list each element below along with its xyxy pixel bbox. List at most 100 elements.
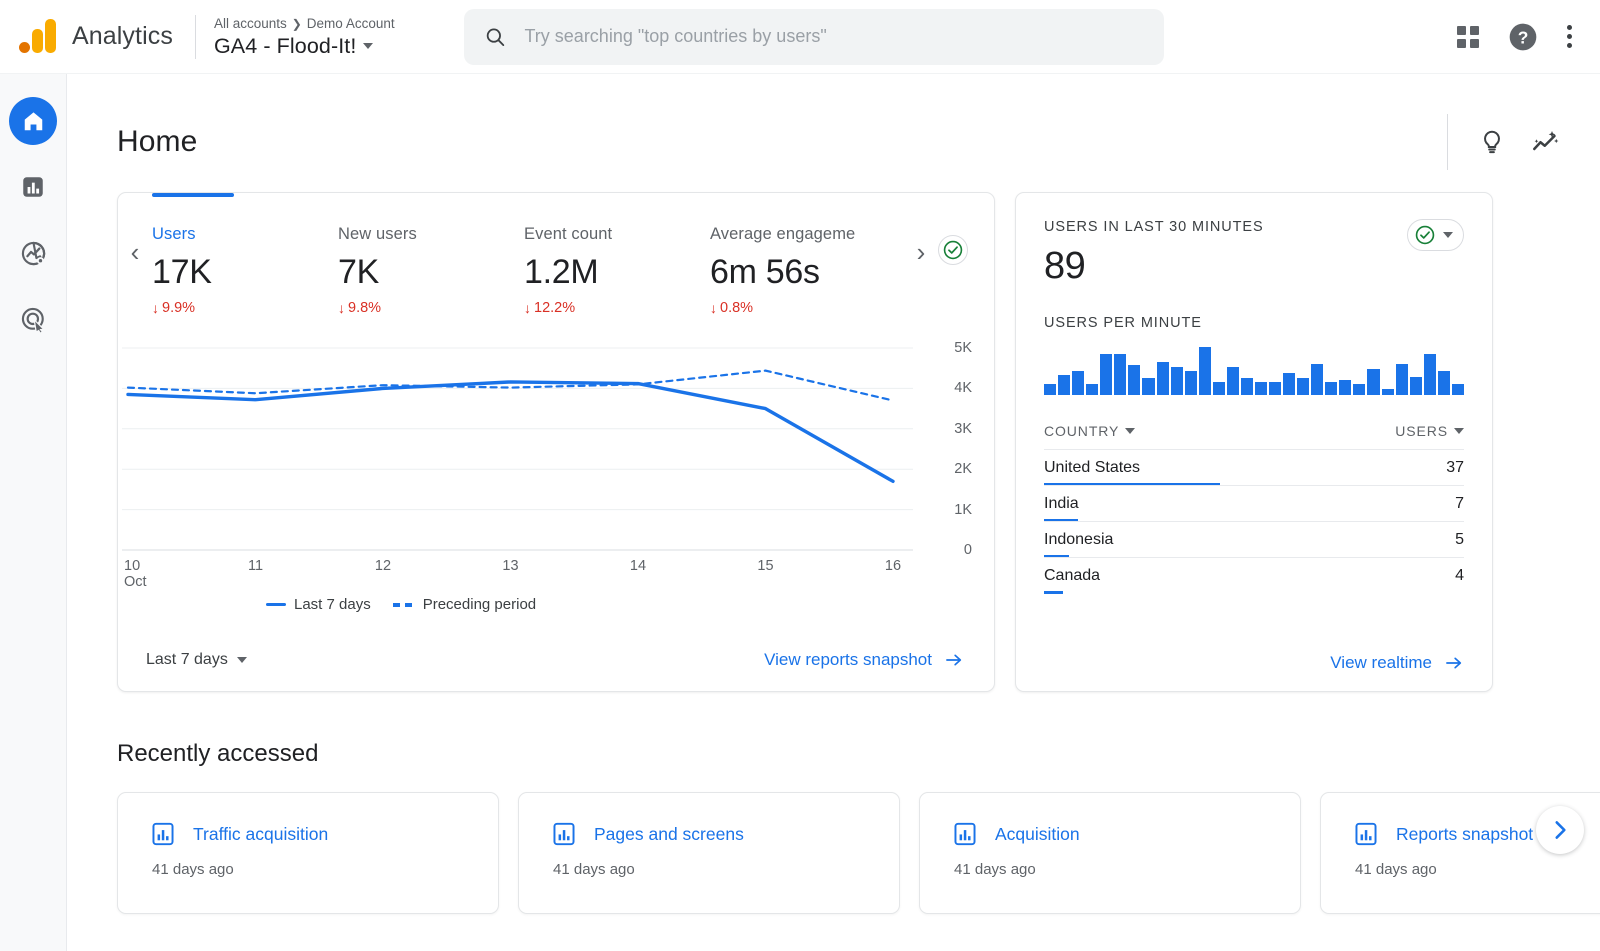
legend-item-preceding-period[interactable]: Preceding period [393, 596, 536, 613]
users-per-minute-bar [1269, 382, 1281, 395]
recently-accessed-card[interactable]: Acquisition41 days ago [919, 792, 1301, 914]
check-circle-green-icon[interactable] [938, 235, 968, 265]
column-header-country[interactable]: COUNTRY [1044, 423, 1135, 439]
users-per-minute-bar [1311, 364, 1323, 395]
column-label: USERS [1395, 423, 1448, 439]
arrow-right-icon [944, 650, 964, 670]
users-per-minute-bar [1382, 389, 1394, 395]
legend-item-last-7-days[interactable]: Last 7 days [266, 596, 371, 613]
recently-accessed-next-button[interactable] [1536, 806, 1584, 854]
help-circle-icon[interactable]: ? [1507, 21, 1539, 53]
users-per-minute-bar [1185, 371, 1197, 395]
metric-card-users[interactable]: Users 17K ↓ 9.9% [152, 221, 338, 316]
analytics-logo-icon [16, 16, 58, 58]
home-icon [21, 109, 46, 134]
search-icon [484, 25, 507, 49]
sparkle-trend-icon[interactable] [1530, 127, 1560, 157]
metric-delta-value: 9.8% [348, 300, 381, 316]
realtime-card: USERS IN LAST 30 MINUTES 89 USERS PER MI… [1015, 192, 1493, 692]
row-users: 7 [1455, 495, 1464, 513]
chart-y-axis: 01K2K3K4K5K [932, 334, 972, 564]
top-app-bar: Analytics All accounts ❯ Demo Account GA… [0, 0, 1600, 74]
users-per-minute-bar [1058, 375, 1070, 395]
advertising-target-icon [20, 306, 47, 333]
overview-card-footer: Last 7 days View reports snapshot [118, 629, 994, 691]
more-vertical-icon[interactable] [1567, 25, 1572, 48]
metric-delta: ↓ 9.8% [338, 300, 524, 316]
page-header: Home [67, 74, 1600, 170]
table-row[interactable]: United States37 [1044, 449, 1464, 485]
arrow-right-icon [1444, 653, 1464, 673]
metric-name: Average engageme [710, 225, 896, 244]
legend-solid-swatch [266, 603, 286, 607]
chevron-down-icon [1443, 232, 1453, 238]
chevron-right-icon[interactable]: › [904, 237, 938, 268]
metric-delta: ↓ 12.2% [524, 300, 710, 316]
recently-accessed-card[interactable]: Traffic acquisition41 days ago [117, 792, 499, 914]
realtime-users-value: 89 [1044, 243, 1264, 289]
row-country: Canada [1044, 567, 1100, 585]
page-title: Home [117, 125, 197, 159]
chevron-left-icon[interactable]: ‹ [118, 237, 152, 268]
breadcrumb-all-accounts[interactable]: All accounts [214, 15, 287, 33]
breadcrumb-account[interactable]: Demo Account [307, 15, 395, 33]
users-per-minute-bar [1100, 354, 1112, 395]
users-per-minute-label: USERS PER MINUTE [1044, 315, 1464, 331]
metric-card-event-count[interactable]: Event count 1.2M ↓ 12.2% [524, 221, 710, 316]
chevron-down-icon [1454, 428, 1464, 434]
table-row[interactable]: Indonesia5 [1044, 521, 1464, 557]
recently-accessed-card-title: Reports snapshot [1396, 824, 1533, 845]
explore-trend-icon [20, 240, 47, 267]
arrow-down-icon: ↓ [710, 300, 717, 316]
column-header-users[interactable]: USERS [1395, 423, 1464, 439]
metric-value: 6m 56s [710, 252, 896, 292]
report-bar-icon [1353, 821, 1379, 847]
table-row[interactable]: Canada 4 [1044, 557, 1464, 593]
account-selector[interactable]: All accounts ❯ Demo Account GA4 - Flood-… [214, 15, 434, 59]
metric-name: New users [338, 225, 524, 244]
page-header-actions [1447, 114, 1560, 170]
table-row[interactable]: India7 [1044, 485, 1464, 521]
apps-grid-icon[interactable] [1457, 26, 1479, 48]
legend-label: Last 7 days [294, 596, 371, 613]
users-per-minute-bar [1255, 382, 1267, 395]
recently-accessed-row: Traffic acquisition41 days agoPages and … [67, 768, 1600, 914]
left-navigation-rail [0, 74, 67, 951]
date-range-selector[interactable]: Last 7 days [146, 651, 247, 669]
search-input[interactable] [524, 26, 1143, 47]
users-per-minute-bar [1157, 362, 1169, 395]
sidebar-item-reports[interactable] [9, 163, 57, 211]
row-users: 4 [1455, 567, 1464, 585]
users-per-minute-bar [1072, 371, 1084, 395]
realtime-table-header: COUNTRY USERS [1044, 423, 1464, 449]
users-per-minute-bar [1283, 373, 1295, 395]
breadcrumb-separator-icon: ❯ [292, 15, 302, 33]
metric-card-new-users[interactable]: New users 7K ↓ 9.8% [338, 221, 524, 316]
check-circle-green-icon [1414, 224, 1436, 246]
metric-card-average-engagement[interactable]: Average engageme 6m 56s ↓ 0.8% [710, 221, 896, 316]
view-realtime-link[interactable]: View realtime [1330, 653, 1464, 673]
sidebar-item-home[interactable] [9, 97, 57, 145]
property-name: GA4 - Flood-It! [214, 34, 357, 59]
realtime-header: USERS IN LAST 30 MINUTES 89 [1044, 219, 1464, 289]
legend-dashed-swatch [393, 603, 415, 607]
metric-delta: ↓ 0.8% [710, 300, 896, 316]
overview-card: ‹ Users 17K ↓ 9.9% New users 7K [117, 192, 995, 692]
lightbulb-icon[interactable] [1478, 128, 1506, 156]
brand-name: Analytics [72, 22, 173, 51]
property-line[interactable]: GA4 - Flood-It! [214, 34, 434, 59]
search-bar[interactable] [464, 9, 1164, 65]
users-per-minute-bar [1452, 384, 1464, 395]
users-per-minute-bar [1199, 347, 1211, 395]
realtime-status-chip[interactable] [1407, 219, 1464, 251]
recently-accessed-card[interactable]: Pages and screens41 days ago [518, 792, 900, 914]
recently-accessed-card-title: Traffic acquisition [193, 824, 328, 845]
sidebar-item-explore[interactable] [9, 229, 57, 277]
users-per-minute-bar [1396, 364, 1408, 395]
chart-canvas [118, 334, 996, 584]
view-reports-snapshot-link[interactable]: View reports snapshot [764, 650, 964, 670]
y-axis-tick-label: 1K [954, 502, 972, 518]
metric-value: 7K [338, 252, 524, 292]
sidebar-item-advertising[interactable] [9, 295, 57, 343]
breadcrumb: All accounts ❯ Demo Account [214, 15, 434, 33]
